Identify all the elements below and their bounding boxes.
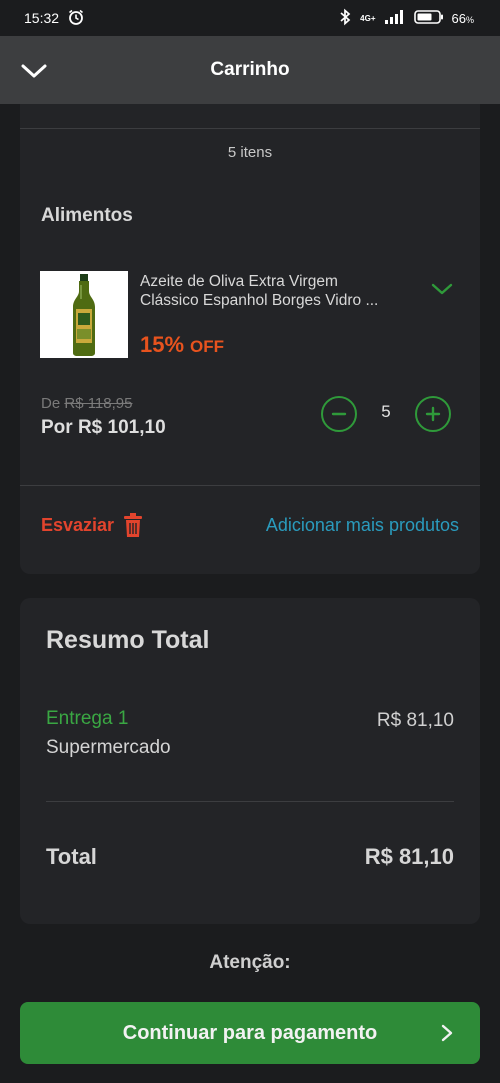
quantity-value: 5 <box>381 402 391 421</box>
status-bar: 15:32 4G+ 66% <box>0 0 500 36</box>
signal-icon <box>384 9 406 28</box>
chevron-right-icon <box>441 1024 453 1042</box>
attention-heading: Atenção: <box>209 952 291 973</box>
divider <box>20 128 480 129</box>
chevron-down-icon <box>21 64 47 78</box>
old-price: De R$ 118,95 <box>41 395 132 412</box>
increase-quantity-button[interactable] <box>415 396 451 432</box>
chevron-down-icon <box>431 283 453 295</box>
cart-card: 5 itens Alimentos Azeite de Oliva Extra … <box>20 104 480 574</box>
olive-oil-bottle-image <box>73 273 95 356</box>
network-type: 4G+ <box>360 13 376 23</box>
minus-icon <box>331 412 347 416</box>
delivery-price: R$ 81,10 <box>376 710 454 731</box>
discount-percent: 15% <box>140 332 185 357</box>
continue-to-payment-button[interactable]: Continuar para pagamento <box>20 1002 480 1064</box>
delivery-store: Supermercado <box>46 737 171 758</box>
summary-card: Resumo Total Entrega 1 Supermercado R$ 8… <box>20 598 480 924</box>
section-title: Alimentos <box>41 205 133 226</box>
empty-cart-label: Esvaziar <box>41 514 115 535</box>
old-price-prefix: De <box>41 395 61 412</box>
summary-title: Resumo Total <box>46 626 210 654</box>
trash-icon <box>124 513 143 537</box>
bluetooth-icon <box>338 8 352 29</box>
empty-cart-button[interactable]: Esvaziar <box>41 512 144 538</box>
close-cart-button[interactable] <box>18 56 50 86</box>
add-more-products-link[interactable]: Adicionar mais produtos <box>266 515 459 536</box>
total-value: R$ 81,10 <box>364 844 454 869</box>
page-title: Carrinho <box>210 59 290 80</box>
product-name[interactable]: Azeite de Oliva Extra Virgem Clássico Es… <box>140 272 410 310</box>
battery-icon <box>413 9 444 28</box>
decrease-quantity-button[interactable] <box>321 396 357 432</box>
product-name-line2: Clássico Espanhol Borges Vidro ... <box>140 292 379 309</box>
items-count: 5 itens <box>227 144 273 161</box>
plus-icon <box>425 406 441 422</box>
new-price: Por R$ 101,10 <box>41 417 166 438</box>
alarm-icon <box>67 8 85 29</box>
status-left: 15:32 <box>24 8 85 29</box>
discount-badge: 15% OFF <box>140 332 224 358</box>
battery-level: 66% <box>451 10 474 26</box>
product-name-line1: Azeite de Oliva Extra Virgem <box>140 273 338 290</box>
discount-off: OFF <box>190 337 225 356</box>
delivery-label: Entrega 1 <box>46 708 129 729</box>
status-right: 4G+ 66% <box>338 8 474 29</box>
status-time: 15:32 <box>24 10 60 26</box>
product-image[interactable] <box>40 271 128 358</box>
old-price-value: R$ 118,95 <box>64 395 133 412</box>
divider <box>46 801 454 802</box>
divider <box>20 485 480 486</box>
app-header: Carrinho <box>0 36 500 104</box>
expand-product-button[interactable] <box>428 278 456 300</box>
total-label: Total <box>46 844 97 869</box>
continue-to-payment-label: Continuar para pagamento <box>122 1021 378 1044</box>
